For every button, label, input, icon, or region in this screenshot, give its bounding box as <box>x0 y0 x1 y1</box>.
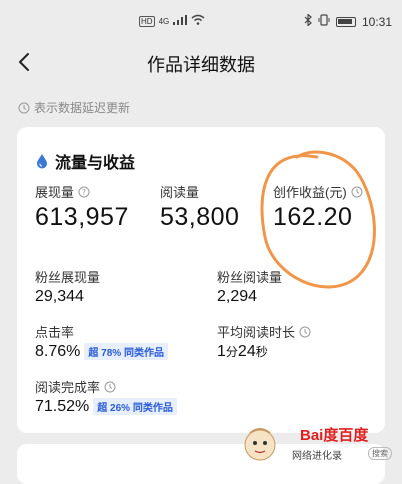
completion-badge-pct: 26% <box>110 403 131 414</box>
wifi-icon <box>191 14 205 28</box>
baidu-watermark: Bai度百度 网络进化录 搜索 <box>240 421 402 465</box>
reads-value: 53,800 <box>160 203 240 231</box>
avg-time-minutes: 1 <box>217 343 226 360</box>
impressions-label: 展现量 <box>35 185 75 200</box>
help-icon[interactable]: ? <box>78 186 90 198</box>
metric-earnings: 创作收益(元) 162.20 <box>273 182 363 232</box>
watermark-search: 搜索 <box>368 447 392 460</box>
ctr-badge-suffix: 同类作品 <box>123 348 164 359</box>
fan-reads-label: 粉丝阅读量 <box>217 270 283 285</box>
svg-text:?: ? <box>82 188 86 197</box>
ctr-value-row: 8.76% 超 78% 同类作品 <box>35 343 168 361</box>
metric-completion: 阅读完成率 71.52% 超 26% 同类作品 <box>35 377 177 416</box>
section-header: 流量与收益 <box>35 149 135 173</box>
avg-time-min-unit: 分 <box>225 345 238 359</box>
traffic-earnings-card: 流量与收益 展现量 ? 613,957 阅读量 53,800 创作收益(元) 1… <box>17 127 385 433</box>
watermark-text: 网络进化录 <box>292 451 342 462</box>
hd-indicator: HD <box>139 15 155 27</box>
page-title: 作品详细数据 <box>147 55 255 75</box>
avg-time-seconds: 24 <box>237 343 256 360</box>
delay-clock-icon <box>104 381 116 392</box>
signal-icon <box>173 14 188 28</box>
fan-impressions-label: 粉丝展现量 <box>35 270 101 285</box>
completion-badge-suffix: 同类作品 <box>132 403 173 414</box>
notice-text: 表示数据延迟更新 <box>34 101 131 115</box>
ctr-label: 点击率 <box>35 325 75 340</box>
earnings-label: 创作收益(元) <box>273 185 347 200</box>
network-type: 4G <box>158 16 170 26</box>
metric-reads: 阅读量 53,800 <box>160 182 239 232</box>
ctr-badge-pct: 78% <box>101 348 122 359</box>
water-drop-icon <box>37 154 47 169</box>
earnings-value: 162.20 <box>273 203 353 231</box>
completion-badge-prefix: 超 <box>97 403 108 414</box>
status-time: 10:31 <box>361 14 392 29</box>
avg-time-label: 平均阅读时长 <box>217 325 296 340</box>
ctr-badge: 超 78% 同类作品 <box>84 343 168 360</box>
metric-fan-reads: 粉丝阅读量 2,294 <box>217 267 282 306</box>
completion-value: 71.52% <box>35 398 90 415</box>
nav-bar: 作品详细数据 <box>0 40 402 86</box>
impressions-label-row: 展现量 ? <box>35 182 129 201</box>
completion-badge: 超 26% 同类作品 <box>93 398 177 415</box>
battery-icon <box>335 16 356 27</box>
delay-clock-icon <box>351 186 363 197</box>
bluetooth-icon <box>304 13 312 29</box>
avg-time-label-row: 平均阅读时长 <box>217 322 311 341</box>
earnings-label-row: 创作收益(元) <box>273 182 363 201</box>
delay-clock-icon <box>299 326 311 337</box>
completion-label: 阅读完成率 <box>35 380 101 395</box>
clock-icon <box>18 102 30 113</box>
fan-impressions-value: 29,344 <box>35 288 84 305</box>
status-right: 10:31 <box>304 13 392 29</box>
avg-time-sec-unit: 秒 <box>255 345 268 359</box>
metric-avg-time: 平均阅读时长 1 分 24 秒 <box>217 322 311 361</box>
section-title: 流量与收益 <box>55 155 136 172</box>
delay-notice: 表示数据延迟更新 <box>18 99 130 116</box>
status-bar: HD 4G 10:31 <box>0 0 402 40</box>
impressions-value: 613,957 <box>35 203 129 231</box>
avatar-icon <box>244 428 276 461</box>
ctr-value: 8.76% <box>35 343 81 360</box>
metric-fan-impressions: 粉丝展现量 29,344 <box>35 267 100 306</box>
vibrate-icon <box>318 14 330 29</box>
completion-value-row: 71.52% 超 26% 同类作品 <box>35 398 177 416</box>
metric-impressions: 展现量 ? 613,957 <box>35 182 129 232</box>
reads-label: 阅读量 <box>160 185 200 200</box>
metric-ctr: 点击率 8.76% 超 78% 同类作品 <box>35 322 168 361</box>
ctr-badge-prefix: 超 <box>88 348 99 359</box>
baidu-logo: Bai度百度 <box>300 427 369 444</box>
avg-time-value: 1 分 24 秒 <box>217 343 311 361</box>
completion-label-row: 阅读完成率 <box>35 377 177 396</box>
status-left: HD 4G <box>139 14 205 28</box>
fan-reads-value: 2,294 <box>217 288 258 305</box>
